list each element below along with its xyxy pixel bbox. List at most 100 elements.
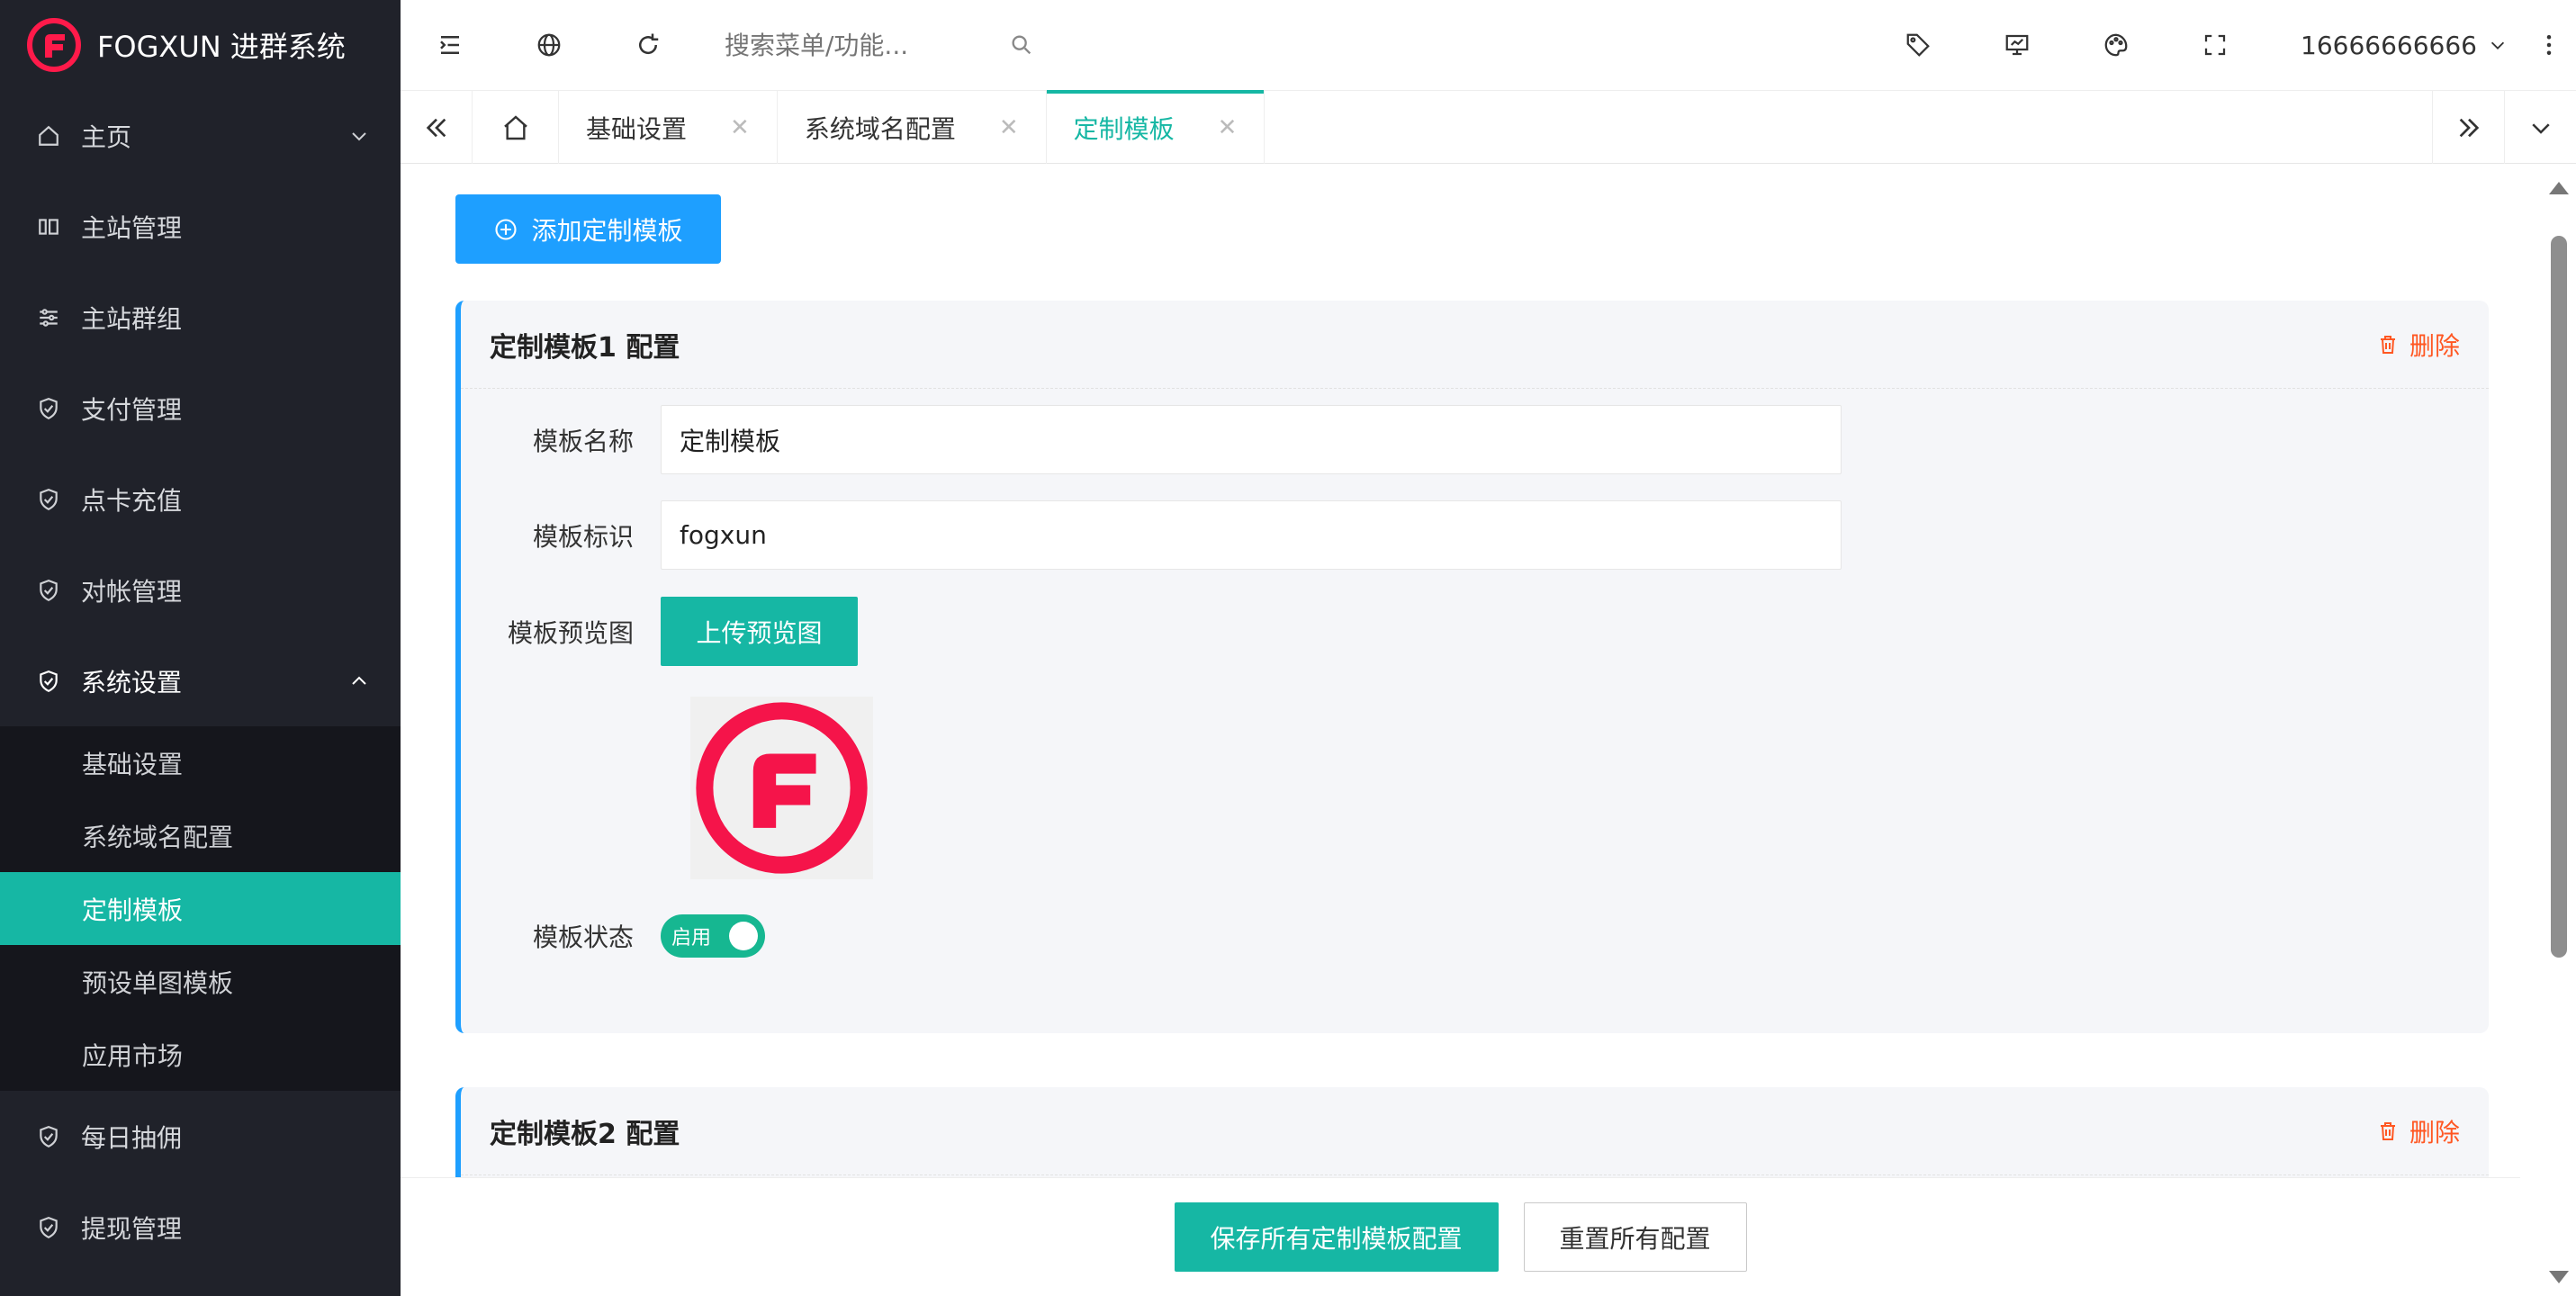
preview-image <box>690 697 873 879</box>
sidebar-item-label: 对帐管理 <box>81 576 183 607</box>
presentation-icon <box>2005 34 2029 56</box>
scrollbar[interactable] <box>2520 164 2576 1296</box>
add-template-button[interactable]: 添加定制模板 <box>455 194 721 264</box>
fogxun-logo-icon <box>696 702 868 874</box>
sidebar-item-label: 每日抽佣 <box>81 1122 183 1153</box>
template-card-2: 定制模板2 配置 删除 <box>455 1087 2489 1177</box>
sidebar-item-label: 支付管理 <box>81 394 183 425</box>
palette-icon <box>2104 33 2128 57</box>
refresh-icon <box>639 33 659 55</box>
shield-icon <box>36 1124 61 1149</box>
upload-preview-button[interactable]: 上传预览图 <box>661 597 858 666</box>
sidebar-item-daily-commission[interactable]: 每日抽佣 <box>0 1091 401 1182</box>
double-chevron-left-icon <box>426 118 446 137</box>
close-icon[interactable]: ✕ <box>730 114 750 141</box>
sidebar-item-home[interactable]: 主页 <box>0 90 401 181</box>
submenu-item-domain-config[interactable]: 系统域名配置 <box>0 799 401 872</box>
close-icon[interactable]: ✕ <box>999 114 1019 141</box>
delete-template-button[interactable]: 删除 <box>2377 327 2460 363</box>
columns-icon <box>36 214 61 239</box>
sidebar-item-label: 点卡充值 <box>81 485 183 516</box>
template-key-label: 模板标识 <box>532 521 634 552</box>
shield-icon <box>36 396 61 421</box>
fullscreen-icon <box>2204 34 2226 56</box>
trash-icon <box>2380 335 2395 354</box>
form-row-key: 模板标识 fogxun <box>461 500 1842 570</box>
card-header: 定制模板1 配置 删除 <box>461 301 2489 389</box>
sidebar-item-payment[interactable]: 支付管理 <box>0 363 401 454</box>
submenu-item-custom-template[interactable]: 定制模板 <box>0 872 401 945</box>
delete-template-button[interactable]: 删除 <box>2377 1113 2460 1149</box>
sidebar-item-system-settings[interactable]: 系统设置 <box>0 635 401 726</box>
fullscreen-button[interactable] <box>2166 0 2265 90</box>
sidebar-item-label: 提现管理 <box>81 1213 183 1244</box>
chevron-up-icon <box>352 676 366 685</box>
tab-scroll-right-button[interactable] <box>2432 91 2504 164</box>
search-box <box>725 18 995 72</box>
home-icon <box>503 114 527 140</box>
fogxun-logo-icon <box>27 18 81 72</box>
form-row-name: 模板名称 定制模板 <box>461 405 1842 474</box>
search-input[interactable] <box>725 30 986 60</box>
globe-icon <box>537 33 561 57</box>
tab-scroll-left-button[interactable] <box>401 91 473 164</box>
app-logo[interactable]: FOGXUN 进群系统 <box>0 0 401 90</box>
template-name-input[interactable]: 定制模板 <box>661 405 1842 474</box>
menu-toggle-button[interactable] <box>401 0 500 90</box>
template-status-label: 模板状态 <box>532 922 634 952</box>
username: 16666666666 <box>2301 30 2477 60</box>
shield-icon <box>36 669 61 694</box>
tab-home[interactable] <box>473 91 559 164</box>
search-button[interactable] <box>995 18 1049 72</box>
sidebar-item-label: 主页 <box>81 122 132 152</box>
scroll-thumb[interactable] <box>2551 236 2567 958</box>
sliders-icon <box>36 305 61 330</box>
menu-fold-icon <box>440 36 459 54</box>
submenu-item-preset-template[interactable]: 预设单图模板 <box>0 945 401 1018</box>
tab-bar: 基础设置 ✕ 系统域名配置 ✕ 定制模板 ✕ <box>401 90 2576 164</box>
template-name-label: 模板名称 <box>532 426 634 456</box>
delete-label: 删除 <box>2409 330 2460 361</box>
tab-basic-settings[interactable]: 基础设置 ✕ <box>559 91 778 164</box>
template-preview-label: 模板预览图 <box>507 617 634 648</box>
toggle-knob <box>729 922 758 950</box>
sidebar-item-main-site[interactable]: 主站管理 <box>0 181 401 272</box>
theme-button[interactable] <box>2067 0 2166 90</box>
scroll-down-arrow-icon[interactable] <box>2549 1271 2569 1283</box>
chevron-down-icon <box>2490 41 2505 50</box>
save-all-button[interactable]: 保存所有定制模板配置 <box>1174 1202 1499 1272</box>
sidebar-item-label: 系统设置 <box>81 667 183 698</box>
sidebar-item-main-site-groups[interactable]: 主站群组 <box>0 272 401 363</box>
sidebar-item-reconciliation[interactable]: 对帐管理 <box>0 544 401 635</box>
tab-domain-config[interactable]: 系统域名配置 ✕ <box>778 91 1047 164</box>
template-card-1: 定制模板1 配置 删除 模板名称 定制模板 模板标识 fogxun 模板预览图 … <box>455 301 2489 1033</box>
close-icon[interactable]: ✕ <box>1218 114 1238 141</box>
notice-button[interactable] <box>1968 0 2067 90</box>
scroll-up-arrow-icon[interactable] <box>2549 182 2569 194</box>
tab-label: 系统域名配置 <box>804 113 956 144</box>
action-footer: 保存所有定制模板配置 重置所有配置 <box>401 1177 2520 1296</box>
main-content: 添加定制模板 定制模板1 配置 删除 模板名称 定制模板 模板标识 fogxun… <box>401 164 2520 1177</box>
user-menu[interactable]: 16666666666 <box>2265 31 2522 60</box>
template-key-input[interactable]: fogxun <box>661 500 1842 570</box>
more-vertical-icon <box>2546 35 2552 55</box>
form-row-status: 模板状态 启用 <box>461 914 765 958</box>
refresh-button[interactable] <box>599 0 698 90</box>
toggle-label: 启用 <box>671 927 712 950</box>
tag-button[interactable] <box>1869 0 1968 90</box>
reset-all-button[interactable]: 重置所有配置 <box>1523 1202 1747 1272</box>
tab-options-button[interactable] <box>2504 91 2576 164</box>
submenu-item-app-market[interactable]: 应用市场 <box>0 1018 401 1091</box>
sidebar-item-card-recharge[interactable]: 点卡充值 <box>0 454 401 544</box>
template-status-toggle[interactable]: 启用 <box>661 914 765 958</box>
language-button[interactable] <box>500 0 599 90</box>
shield-icon <box>36 1215 61 1240</box>
sidebar-item-label: 主站管理 <box>81 212 183 243</box>
submenu-item-basic-settings[interactable]: 基础设置 <box>0 726 401 799</box>
sidebar-item-withdrawal[interactable]: 提现管理 <box>0 1182 401 1273</box>
form-row-preview: 模板预览图 上传预览图 <box>461 597 858 666</box>
double-chevron-right-icon <box>2459 118 2479 137</box>
tab-custom-template[interactable]: 定制模板 ✕ <box>1046 90 1265 164</box>
more-button[interactable] <box>2522 0 2576 90</box>
app-title: FOGXUN 进群系统 <box>97 30 346 64</box>
